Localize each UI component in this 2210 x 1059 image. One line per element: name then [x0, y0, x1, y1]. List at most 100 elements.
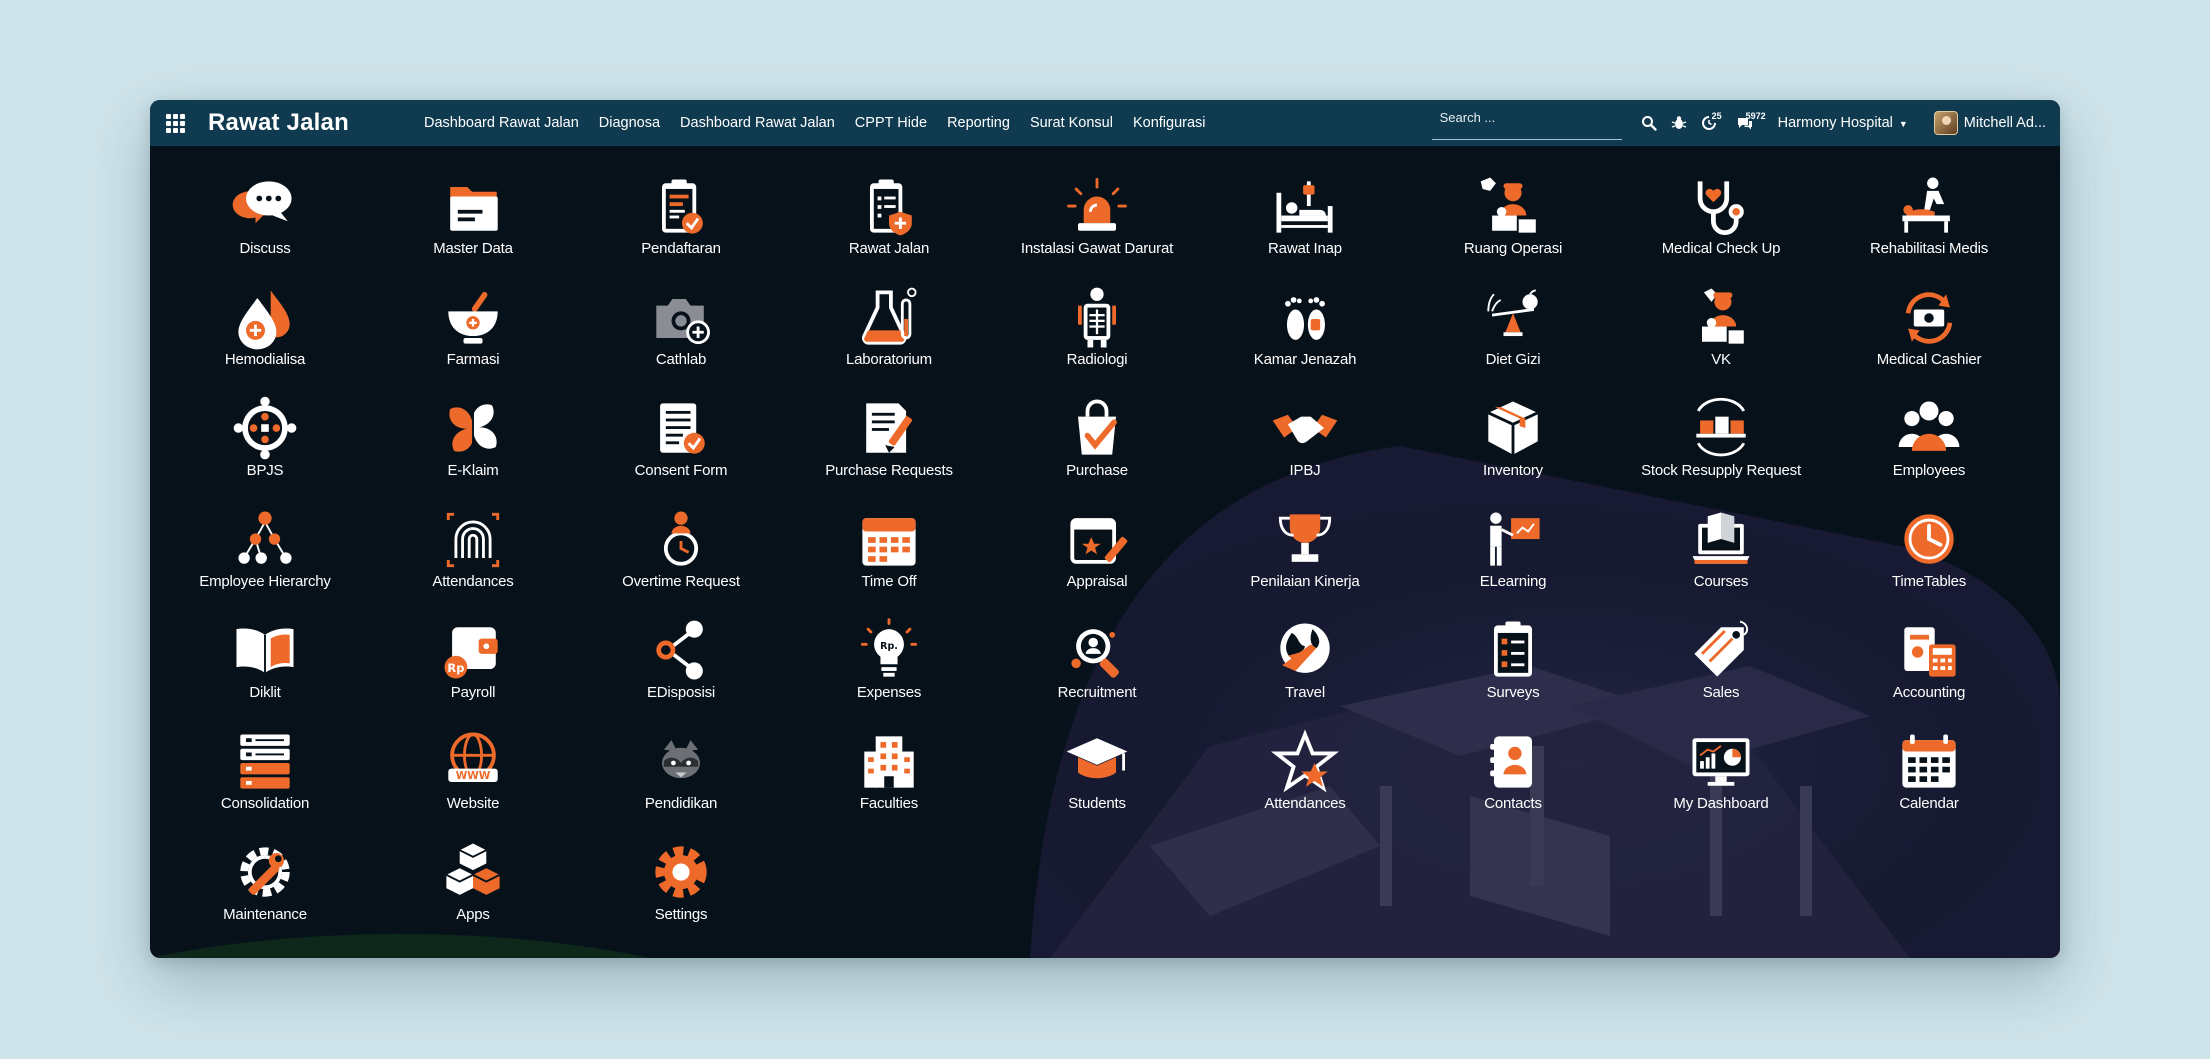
app-label: Courses: [1693, 573, 1749, 590]
user-menu[interactable]: Mitchell Ad...: [1933, 111, 2046, 135]
menu-surat-konsul[interactable]: Surat Konsul: [1020, 115, 1123, 131]
app-label: Travel: [1285, 684, 1325, 701]
app-tile-attendances[interactable]: Attendances: [373, 505, 573, 601]
app-tile-edisposisi[interactable]: EDisposisi: [581, 616, 781, 712]
app-tile-contacts[interactable]: Contacts: [1413, 727, 1613, 823]
app-tile-ipbj[interactable]: IPBJ: [1205, 394, 1405, 490]
app-tile-cathlab[interactable]: Cathlab: [581, 283, 781, 379]
app-tile-surveys[interactable]: Surveys: [1413, 616, 1613, 712]
truck-boxes-icon: [1696, 397, 1746, 457]
activity-badge: 25: [1711, 111, 1722, 121]
menu-diagnosa[interactable]: Diagnosa: [589, 115, 670, 131]
caret-down-icon: ▼: [1898, 119, 1908, 129]
app-tile-master-data[interactable]: Master Data: [373, 172, 573, 268]
app-tile-consent-form[interactable]: Consent Form: [581, 394, 781, 490]
app-tile-appraisal[interactable]: Appraisal: [997, 505, 1197, 601]
app-tile-travel[interactable]: Travel: [1205, 616, 1405, 712]
bug-icon[interactable]: [1666, 108, 1692, 138]
app-tile-rehabilitasi-medis[interactable]: Rehabilitasi Medis: [1829, 172, 2029, 268]
menu-dashboard-rawat-jalan[interactable]: Dashboard Rawat Jalan: [414, 115, 589, 131]
search-input[interactable]: [1431, 106, 1622, 139]
app-tile-faculties[interactable]: Faculties: [789, 727, 989, 823]
app-tile-apps[interactable]: Apps: [373, 838, 573, 934]
app-label: Laboratorium: [846, 351, 932, 368]
app-tile-students[interactable]: Students: [997, 727, 1197, 823]
app-tile-website[interactable]: WWW Website: [373, 727, 573, 823]
activity-clock-icon[interactable]: 25: [1696, 108, 1722, 138]
app-tile-ruang-operasi[interactable]: Ruang Operasi: [1413, 172, 1613, 268]
app-tile-kamar-jenazah[interactable]: Kamar Jenazah: [1205, 283, 1405, 379]
app-tile-stock-resupply-request[interactable]: Stock Resupply Request: [1621, 394, 1821, 490]
app-tile-calendar[interactable]: Calendar: [1829, 727, 2029, 823]
app-tile-payroll[interactable]: Rp Payroll: [373, 616, 573, 712]
people-icon: [1898, 401, 1960, 451]
app-tile-accounting[interactable]: Accounting: [1829, 616, 2029, 712]
app-tile-bpjs[interactable]: BPJS: [165, 394, 365, 490]
main-menu: Dashboard Rawat Jalan Diagnosa Dashboard…: [414, 115, 1216, 131]
app-title[interactable]: Rawat Jalan: [208, 109, 404, 137]
svg-text:Rp: Rp: [447, 661, 464, 675]
search-person-icon: [1071, 629, 1119, 678]
app-tile-my-dashboard[interactable]: My Dashboard: [1621, 727, 1821, 823]
app-tile-recruitment[interactable]: Recruitment: [997, 616, 1197, 712]
app-label: Penilaian Kinerja: [1250, 573, 1360, 590]
app-tile-timetables[interactable]: TimeTables: [1829, 505, 2029, 601]
app-tile-diet-gizi[interactable]: Diet Gizi: [1413, 283, 1613, 379]
app-tile-time-off[interactable]: Time Off: [789, 505, 989, 601]
messages-icon[interactable]: 5972: [1732, 108, 1766, 138]
app-tile-sales[interactable]: Sales: [1621, 616, 1821, 712]
app-tile-elearning[interactable]: ELearning: [1413, 505, 1613, 601]
app-tile-pendidikan[interactable]: Pendidikan: [581, 727, 781, 823]
app-tile-discuss[interactable]: Discuss: [165, 172, 365, 268]
app-tile-rawat-inap[interactable]: Rawat Inap: [1205, 172, 1405, 268]
app-tile-medical-cashier[interactable]: Medical Cashier: [1829, 283, 2029, 379]
app-tile-instalasi-gawat-darurat[interactable]: Instalasi Gawat Darurat: [997, 172, 1197, 268]
app-tile-overtime-request[interactable]: Overtime Request: [581, 505, 781, 601]
app-tile-consolidation[interactable]: Consolidation: [165, 727, 365, 823]
company-switcher[interactable]: Harmony Hospital ▼: [1778, 115, 1908, 131]
app-tile-vk[interactable]: VK: [1621, 283, 1821, 379]
app-tile-attendances[interactable]: Attendances: [1205, 727, 1405, 823]
menu-dashboard-rawat-jalan-2[interactable]: Dashboard Rawat Jalan: [670, 115, 845, 131]
app-tile-employees[interactable]: Employees: [1829, 394, 2029, 490]
app-tile-laboratorium[interactable]: Laboratorium: [789, 283, 989, 379]
app-tile-inventory[interactable]: Inventory: [1413, 394, 1613, 490]
app-tile-purchase[interactable]: Purchase: [997, 394, 1197, 490]
app-tile-employee-hierarchy[interactable]: Employee Hierarchy: [165, 505, 365, 601]
app-grid: Discuss Master Data Pendaftaran Rawat Jalan…: [150, 146, 2060, 958]
app-tile-maintenance[interactable]: Maintenance: [165, 838, 365, 934]
app-tile-settings[interactable]: Settings: [581, 838, 781, 934]
app-tile-purchase-requests[interactable]: Purchase Requests: [789, 394, 989, 490]
app-tile-courses[interactable]: Courses: [1621, 505, 1821, 601]
app-tile-penilaian-kinerja[interactable]: Penilaian Kinerja: [1205, 505, 1405, 601]
doctor-icon: [1702, 288, 1744, 344]
calculator-icon: [1904, 627, 1956, 677]
gear-wrench-icon: [240, 847, 290, 897]
app-tile-radiologi[interactable]: Radiologi: [997, 283, 1197, 379]
clock-icon: [1904, 514, 1954, 564]
menu-konfigurasi[interactable]: Konfigurasi: [1123, 115, 1216, 131]
menu-reporting[interactable]: Reporting: [937, 115, 1020, 131]
app-tile-hemodialisa[interactable]: Hemodialisa: [165, 283, 365, 379]
app-label: VK: [1711, 351, 1731, 368]
app-tile-pendaftaran[interactable]: Pendaftaran: [581, 172, 781, 268]
app-tile-medical-check-up[interactable]: Medical Check Up: [1621, 172, 1821, 268]
laptop-book-icon: [1692, 512, 1750, 564]
org-chart-icon: [238, 511, 292, 564]
contact-book-icon: [1490, 736, 1532, 788]
app-tile-e-klaim[interactable]: E-Klaim: [373, 394, 573, 490]
petal-logo-icon: [449, 401, 497, 455]
app-tile-diklit[interactable]: Diklit: [165, 616, 365, 712]
menu-cppt-hide[interactable]: CPPT Hide: [845, 115, 937, 131]
app-label: Maintenance: [223, 906, 307, 923]
app-label: Pendaftaran: [641, 240, 721, 257]
app-tile-farmasi[interactable]: Farmasi: [373, 283, 573, 379]
app-menu-grid-icon[interactable]: [158, 100, 192, 146]
search-icon[interactable]: [1636, 108, 1662, 138]
app-label: Hemodialisa: [224, 351, 306, 368]
app-label: EDisposisi: [646, 684, 716, 701]
app-label: Settings: [654, 906, 708, 923]
trophy-icon: [1278, 514, 1332, 562]
app-tile-rawat-jalan[interactable]: Rawat Jalan: [789, 172, 989, 268]
app-tile-expenses[interactable]: Rp. Expenses: [789, 616, 989, 712]
